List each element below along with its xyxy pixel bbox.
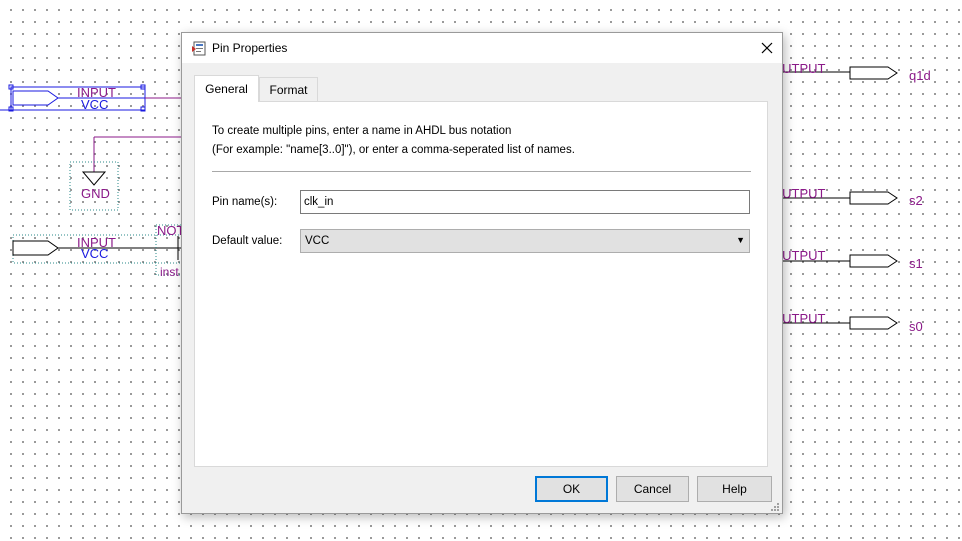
help-button[interactable]: Help [697,476,772,502]
output-pin-s1[interactable]: OUTPUT s1 [772,248,923,271]
default-value-label: Default value: [212,235,283,247]
resize-grip-icon[interactable] [770,501,780,511]
output-pin-s2[interactable]: OUTPUT s2 [772,186,923,208]
dialog-title: Pin Properties [212,41,288,55]
cancel-button[interactable]: Cancel [616,476,689,502]
pin-properties-icon [191,40,207,56]
default-value-selected: VCC [305,235,330,247]
output-s0-name: s0 [909,319,923,334]
gnd-label: GND [81,186,110,201]
dropdown-arrow-icon: ▼ [736,235,745,245]
tab-general[interactable]: General [194,75,259,102]
not-gate-inst-label: inst [160,265,179,279]
dialog-titlebar[interactable]: Pin Properties [182,33,782,63]
separator-line [212,171,751,172]
output-pin-s0[interactable]: OUTPUT s0 [772,311,923,334]
description-line-1: To create multiple pins, enter a name in… [212,125,512,137]
description-line-2: (For example: "name[3..0]"), or enter a … [212,144,575,156]
output-q1d-name: q1d [909,68,931,83]
gnd-wire [93,136,182,172]
input-pin-2[interactable]: INPUT VCC [12,234,184,264]
input-pin-2-default-label: VCC [81,246,108,261]
output-s2-name: s2 [909,193,923,208]
pin-names-input[interactable] [300,190,750,214]
close-button[interactable] [752,33,782,63]
general-tab-panel: To create multiple pins, enter a name in… [194,101,768,467]
default-value-select[interactable]: VCC ▼ [300,229,750,253]
output-s1-name: s1 [909,256,923,271]
pin-properties-dialog: Pin Properties General Format To create … [181,32,783,514]
description-text: To create multiple pins, enter a name in… [212,122,575,160]
pin-names-label: Pin name(s): [212,196,278,208]
output-pin-q1d[interactable]: OUTPUT q1d [772,61,931,83]
input-pin-1-default-label: VCC [81,97,108,112]
input-pin-1[interactable]: INPUT VCC [0,84,182,112]
tab-format[interactable]: Format [259,77,318,102]
ok-button[interactable]: OK [535,476,608,502]
close-icon [761,42,773,54]
